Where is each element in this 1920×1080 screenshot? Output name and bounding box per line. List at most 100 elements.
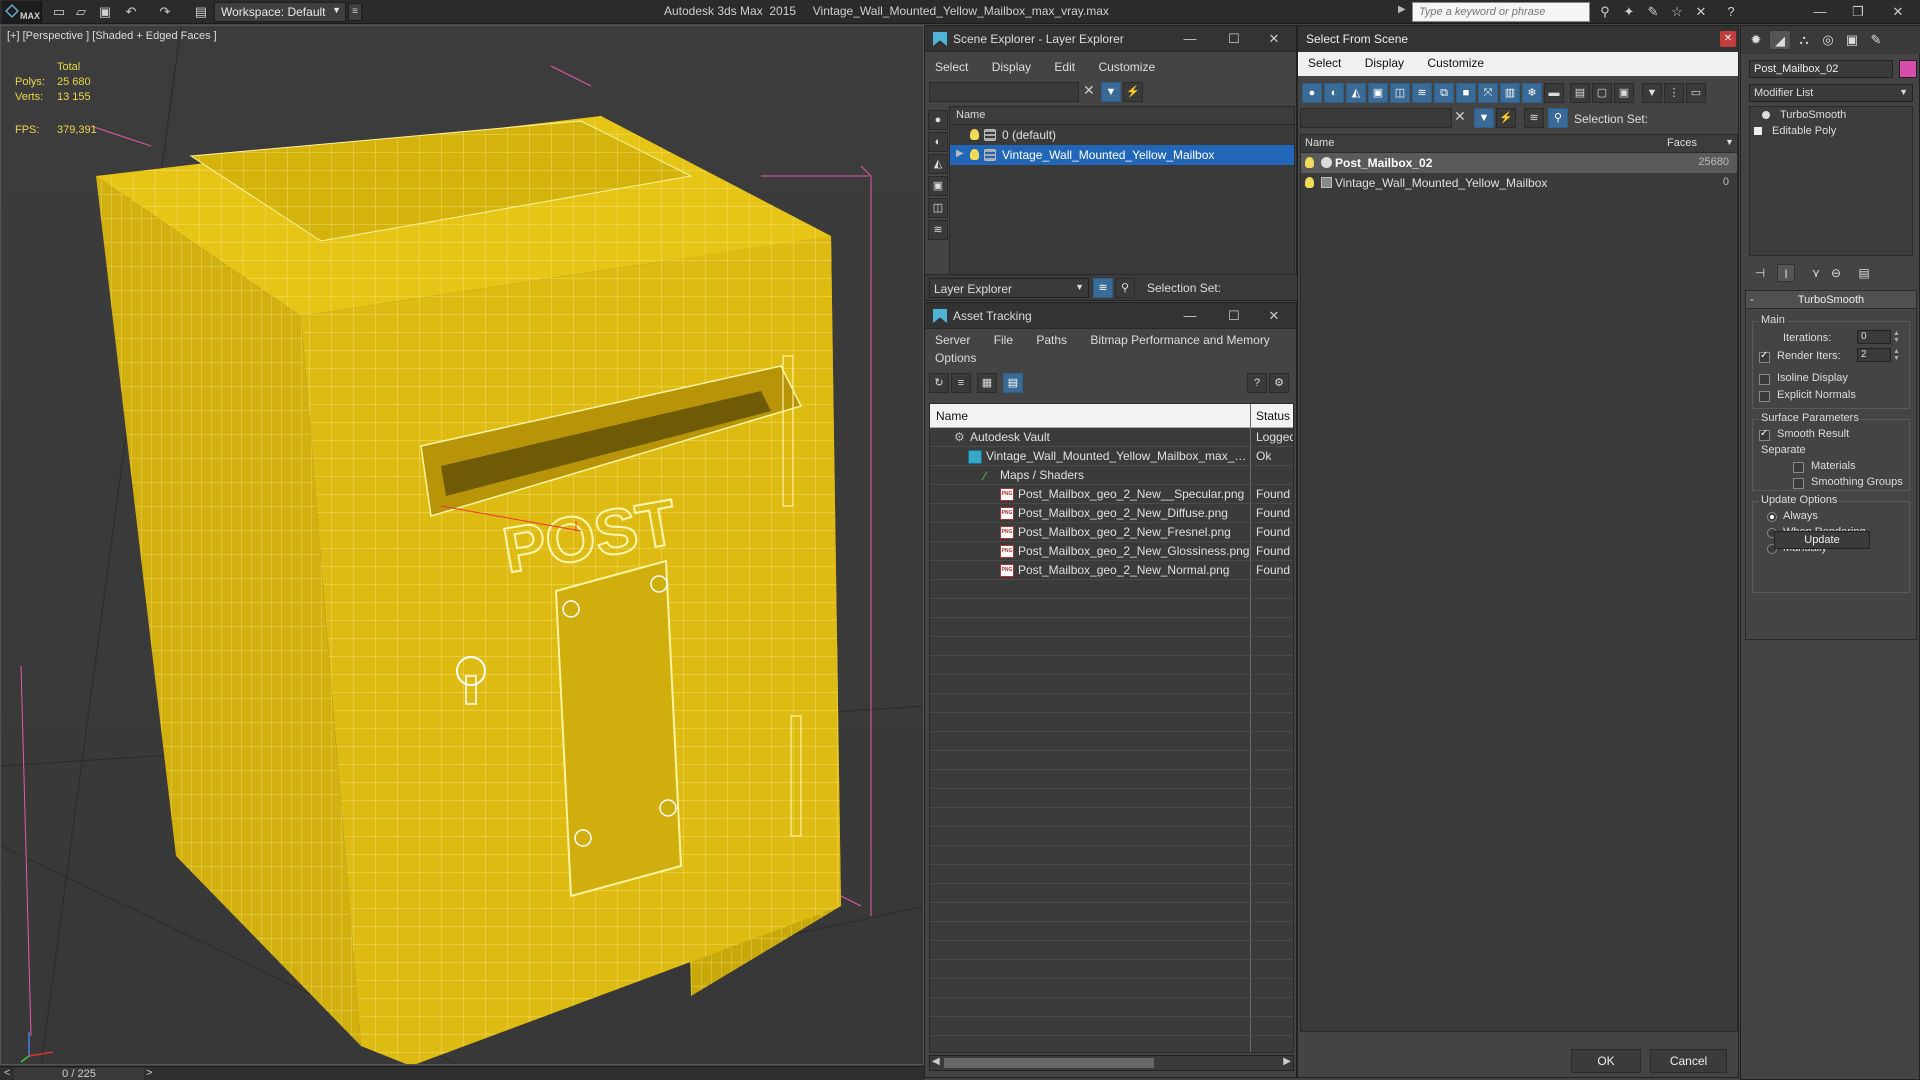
binoculars-icon[interactable]: ⚲ — [1596, 3, 1614, 21]
horizontal-scrollbar[interactable]: ◀ ▶ — [929, 1055, 1294, 1071]
turbosmooth-rollout-header[interactable]: - TurboSmooth — [1746, 291, 1916, 309]
select-from-scene-titlebar[interactable]: Select From Scene ✕ — [1298, 26, 1738, 52]
display-helpers-icon[interactable]: ◫ — [928, 198, 948, 218]
list-view-icon[interactable]: ≡ — [951, 373, 971, 393]
column-menu-icon[interactable]: ▼ — [1725, 137, 1734, 147]
quick-access-menu-icon[interactable]: ≡ — [348, 3, 362, 21]
table-view-icon[interactable]: ▤ — [1003, 373, 1023, 393]
display-groups-icon[interactable]: ⧉ — [1434, 83, 1454, 103]
expand-arrow-icon[interactable]: ▶ — [956, 148, 964, 159]
app-menu-button[interactable]: MAX — [2, 1, 42, 23]
previous-frame-button[interactable]: < — [4, 1067, 10, 1079]
cancel-button[interactable]: Cancel — [1650, 1049, 1727, 1073]
menu-display[interactable]: Display — [982, 56, 1041, 74]
select-invert-icon[interactable]: ▣ — [1614, 83, 1634, 103]
asset-row[interactable]: PNG Post_Mailbox_geo_2_New_Glossiness.pn… — [930, 542, 1293, 561]
display-xrefs-icon[interactable]: ■ — [1456, 83, 1476, 103]
help-icon[interactable]: ? — [1247, 373, 1267, 393]
select-none-icon[interactable]: ▢ — [1592, 83, 1612, 103]
settings-icon[interactable]: ⚙ — [1269, 373, 1289, 393]
lightbulb-icon[interactable] — [1305, 157, 1314, 168]
iterations-spinner[interactable]: 0 — [1857, 330, 1891, 344]
asset-row[interactable]: Vintage_Wall_Mounted_Yellow_Mailbox_max_… — [930, 447, 1293, 466]
close-icon[interactable]: ✕ — [1720, 31, 1736, 47]
project-folder-icon[interactable]: ▤ — [192, 3, 210, 21]
modifier-list-dropdown[interactable]: Modifier List ▼ — [1749, 84, 1913, 102]
column-name[interactable]: Name — [936, 409, 968, 423]
maximize-icon[interactable]: ☐ — [1212, 26, 1256, 52]
configure-sets-icon[interactable]: ▤ — [1855, 264, 1873, 282]
display-spacewarps-icon[interactable]: ≋ — [928, 220, 948, 240]
display-cameras-icon[interactable]: ▣ — [928, 176, 948, 196]
sync-selection-icon[interactable]: ⚡ — [1496, 108, 1516, 128]
column-status[interactable]: Status — [1256, 409, 1290, 423]
lightbulb-icon[interactable] — [1305, 177, 1314, 188]
isoline-display-checkbox[interactable] — [1759, 374, 1770, 385]
utilities-tab-icon[interactable]: ✎ — [1865, 30, 1887, 50]
menu-customize[interactable]: Customize — [1088, 56, 1165, 74]
scroll-right-icon[interactable]: ▶ — [1283, 1056, 1291, 1067]
time-slider-frame[interactable]: 0 / 225 — [14, 1068, 144, 1080]
menu-bitmap-performance[interactable]: Bitmap Performance and Memory — [1080, 329, 1279, 347]
close-icon[interactable]: ✕ — [1878, 0, 1918, 24]
asset-tracking-titlebar[interactable]: Asset Tracking — ☐ ✕ — [925, 303, 1296, 329]
time-slider[interactable]: < 0 / 225 > — [0, 1066, 924, 1080]
minimize-icon[interactable]: — — [1168, 303, 1212, 329]
menu-select[interactable]: Select — [925, 56, 978, 74]
display-helpers-icon[interactable]: ◫ — [1390, 83, 1410, 103]
scrollbar-thumb[interactable] — [944, 1058, 1154, 1068]
next-frame-button[interactable]: > — [146, 1067, 152, 1079]
clear-filter-icon[interactable]: ✕ — [1083, 82, 1095, 99]
layer-find-input[interactable] — [929, 82, 1079, 102]
mailbox-3d-render[interactable]: POST — [1, 26, 924, 1065]
scene-object-row[interactable]: Vintage_Wall_Mounted_Yellow_Mailbox 0 — [1301, 173, 1737, 193]
modifier-toggle-icon[interactable] — [1762, 111, 1770, 119]
asset-row[interactable]: PNG Post_Mailbox_geo_2_New__Specular.png… — [930, 485, 1293, 504]
filter-funnel-icon[interactable]: ▼ — [1642, 83, 1662, 103]
close-icon[interactable]: ✕ — [1252, 303, 1296, 329]
undo-icon[interactable]: ↶ — [122, 3, 140, 21]
sync-selection-icon[interactable]: ⚡ — [1123, 82, 1143, 102]
redo-icon[interactable]: ↷ — [156, 3, 174, 21]
menu-paths[interactable]: Paths — [1026, 329, 1077, 347]
modifier-stack-item[interactable]: Editable Poly — [1750, 123, 1912, 139]
create-tab-icon[interactable]: ✹ — [1745, 30, 1767, 50]
workspace-dropdown[interactable]: Workspace: Default ▼ — [214, 2, 346, 22]
hierarchy-filter-icon[interactable]: ⋮ — [1664, 83, 1684, 103]
maximize-icon[interactable]: ☐ — [1212, 303, 1256, 329]
display-shapes-icon[interactable]: ◐ — [928, 132, 948, 152]
object-find-input[interactable] — [1300, 108, 1452, 128]
thumbnail-view-icon[interactable]: ▦ — [977, 373, 997, 393]
scene-object-row[interactable]: Post_Mailbox_02 25680 — [1301, 153, 1737, 173]
hierarchy-mode-icon[interactable]: ⚲ — [1548, 108, 1568, 128]
lightbulb-icon[interactable] — [970, 149, 979, 160]
spinner-arrows-icon[interactable]: ▲ ▼ — [1893, 348, 1901, 362]
display-bones-icon[interactable]: ⤧ — [1478, 83, 1498, 103]
clear-filter-icon[interactable]: ✕ — [1454, 108, 1466, 125]
viewport-label[interactable]: [+] [Perspective ] [Shaded + Edged Faces… — [7, 30, 217, 42]
smooth-result-checkbox[interactable] — [1759, 428, 1770, 441]
asset-row[interactable]: PNG Post_Mailbox_geo_2_New_Fresnel.png F… — [930, 523, 1293, 542]
scroll-left-icon[interactable]: ◀ — [932, 1056, 940, 1067]
menu-edit[interactable]: Edit — [1044, 56, 1085, 74]
display-tab-icon[interactable]: ▣ — [1841, 30, 1863, 50]
hierarchy-mode-icon[interactable]: ⚲ — [1115, 278, 1135, 298]
display-shapes-icon[interactable]: ◐ — [1324, 83, 1344, 103]
exchange-icon[interactable]: ✕ — [1692, 3, 1710, 21]
layer-explorer-titlebar[interactable]: Scene Explorer - Layer Explorer — ☐ ✕ — [925, 26, 1296, 52]
layer-tree-header[interactable]: Name — [950, 107, 1294, 125]
update-always-radio[interactable] — [1767, 512, 1777, 522]
communication-icon[interactable]: ✎ — [1644, 3, 1662, 21]
display-containers-icon[interactable]: ▥ — [1500, 83, 1520, 103]
minimize-icon[interactable]: — — [1168, 26, 1212, 52]
collapse-all-icon[interactable]: ▭ — [1686, 83, 1706, 103]
remove-modifier-icon[interactable]: ⊖ — [1827, 264, 1845, 282]
filter-icon[interactable]: ▼ — [1101, 82, 1121, 102]
save-file-icon[interactable]: ▣ — [96, 3, 114, 21]
display-geometry-icon[interactable]: ● — [1302, 83, 1322, 103]
help-icon[interactable]: ? — [1722, 3, 1740, 21]
display-hidden-icon[interactable]: ▬ — [1544, 83, 1564, 103]
motion-tab-icon[interactable]: ◎ — [1817, 30, 1839, 50]
search-input[interactable]: Type a keyword or phrase — [1412, 2, 1590, 22]
search-expand-icon[interactable]: ▶ — [1398, 4, 1406, 15]
